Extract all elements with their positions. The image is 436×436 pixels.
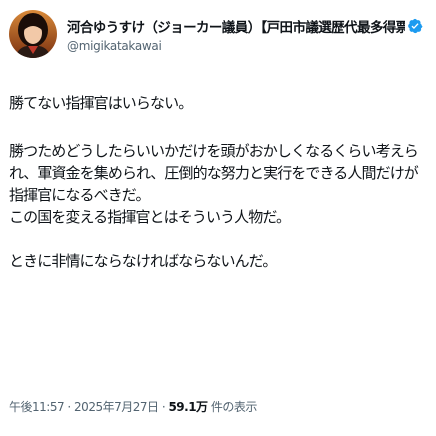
name-row: 河合ゆうすけ（ジョーカー議員）【戸田市議選歴代最多得票トップ... — [67, 16, 427, 36]
user-handle[interactable]: @migikatakawai — [67, 39, 162, 53]
tweet-meta: 午後11:57 · 2025年7月27日 · 59.1万 件の表示 — [9, 398, 257, 415]
tweet-time: 午後11:57 — [9, 400, 65, 414]
tweet-line-4: ときに非情にならなければならないんだ。 — [9, 252, 277, 270]
tweet-header: 河合ゆうすけ（ジョーカー議員）【戸田市議選歴代最多得票トップ... @migik… — [9, 10, 429, 66]
verified-badge-icon — [408, 18, 423, 34]
tweet-line-2: 勝つためどうしたらいいかだけを頭がおかしくなるくらい考えられ、軍資金を集められ、… — [9, 142, 419, 204]
tweet-line-1: 勝てない指揮官はいらない。 — [9, 94, 193, 112]
tweet-line-3: この国を変える指揮官とはそういう人物だ。 — [9, 208, 291, 226]
meta-separator: · — [158, 400, 169, 414]
avatar[interactable] — [9, 10, 57, 58]
tweet-text: 勝てない指揮官はいらない。 勝つためどうしたらいいかだけを頭がおかしくなるくらい… — [9, 92, 429, 272]
tweet-date: 2025年7月27日 — [74, 400, 159, 414]
meta-separator: · — [64, 400, 75, 414]
avatar-image — [9, 10, 57, 58]
view-count: 59.1万 — [168, 400, 208, 414]
display-name[interactable]: 河合ゆうすけ（ジョーカー議員）【戸田市議選歴代最多得票トップ... — [67, 16, 405, 36]
tweet-timestamp[interactable]: 午後11:57 · 2025年7月27日 — [9, 400, 159, 414]
view-count-label: 件の表示 — [207, 400, 258, 414]
